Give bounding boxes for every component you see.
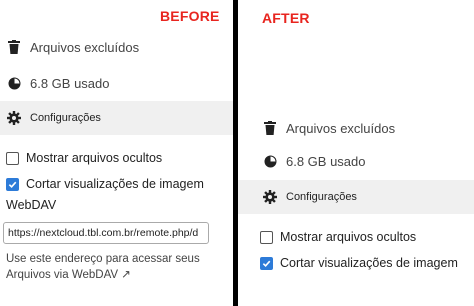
after-panel: AFTER Arquivos excluídos 6.8 GB usado Co… [238, 0, 474, 306]
webdav-help-text: Use este endereço para acessar seus Arqu… [6, 251, 206, 283]
quota-item: 6.8 GB usado [238, 150, 474, 172]
pie-chart-icon [5, 74, 23, 92]
show-hidden-checkbox[interactable] [260, 230, 273, 244]
crop-previews-label: Cortar visualizações de imagem [26, 177, 204, 191]
webdav-help-line1: Use este endereço para acessar seus [6, 253, 200, 265]
checkmark-icon [262, 260, 271, 267]
show-hidden-label: Mostrar arquivos ocultos [26, 151, 163, 165]
checkmark-icon [8, 181, 17, 188]
show-hidden-option[interactable]: Mostrar arquivos ocultos [238, 228, 474, 246]
crop-previews-option[interactable]: Cortar visualizações de imagem [0, 175, 233, 193]
crop-previews-checkbox[interactable] [260, 256, 273, 270]
before-caption: BEFORE [160, 8, 220, 24]
show-hidden-option[interactable]: Mostrar arquivos ocultos [0, 149, 233, 167]
deleted-files-item[interactable]: Arquivos excluídos [0, 36, 233, 58]
settings-label: Configurações [30, 112, 101, 124]
gear-icon [261, 188, 279, 206]
webdav-url-input[interactable]: https://nextcloud.tbl.com.br/remote.php/… [3, 222, 209, 244]
settings-label: Configurações [286, 191, 357, 203]
deleted-files-label: Arquivos excluídos [30, 39, 140, 55]
deleted-files-label: Arquivos excluídos [286, 120, 396, 136]
show-hidden-label: Mostrar arquivos ocultos [280, 230, 417, 244]
trash-icon [5, 38, 23, 56]
crop-previews-label: Cortar visualizações de imagem [280, 256, 458, 270]
quota-label: 6.8 GB usado [286, 153, 366, 169]
pie-chart-icon [261, 152, 279, 170]
trash-icon [261, 119, 279, 137]
gear-icon [5, 109, 23, 127]
before-panel: BEFORE Arquivos excluídos 6.8 GB usado C… [0, 0, 233, 306]
after-caption: AFTER [262, 10, 310, 26]
deleted-files-item[interactable]: Arquivos excluídos [238, 117, 474, 139]
quota-item: 6.8 GB usado [0, 72, 233, 94]
settings-item[interactable]: Configurações [0, 101, 233, 135]
webdav-title: WebDAV [6, 198, 57, 212]
crop-previews-checkbox[interactable] [6, 177, 19, 191]
settings-item[interactable]: Configurações [238, 180, 474, 214]
quota-label: 6.8 GB usado [30, 75, 110, 91]
show-hidden-checkbox[interactable] [6, 151, 19, 165]
crop-previews-option[interactable]: Cortar visualizações de imagem [238, 254, 474, 272]
webdav-help-link[interactable]: Arquivos via WebDAV ↗ [6, 267, 206, 283]
